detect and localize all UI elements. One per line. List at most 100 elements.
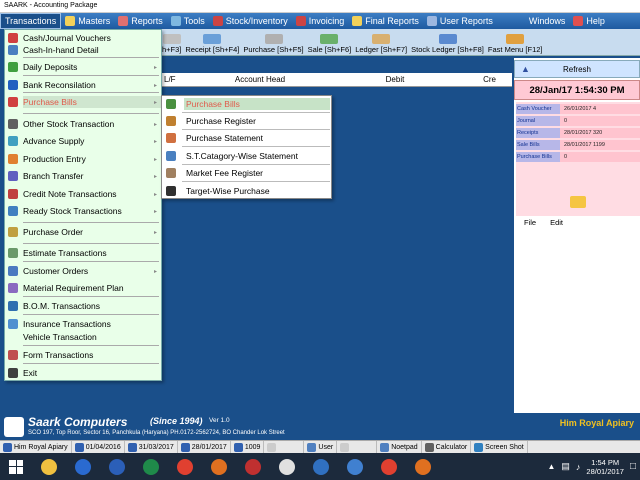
menu-item-b-o-m-transactions[interactable]: B.O.M. Transactions [23,300,161,312]
menu-help[interactable]: Help [569,13,609,29]
media-taskbar-button[interactable] [236,453,270,480]
info-label[interactable]: Sale Bills [516,139,560,150]
menu-item-customer-orders[interactable]: Customer Orders ▸ [23,265,161,277]
status-1009[interactable]: 1009 [231,440,265,454]
status-blank-7[interactable] [337,440,378,454]
status-01-04-2016[interactable]: 01/04/2016 [72,440,125,454]
menu-item-vehicle-transaction[interactable]: Vehicle Transaction [23,331,161,343]
excel-taskbar-button[interactable] [134,453,168,480]
info-label[interactable]: Cash Voucher [516,103,560,114]
menu-label: Stock/Inventory [225,16,288,26]
menu-item-purchase-bills[interactable]: Purchase Bills ▸ [23,96,161,108]
file-explorer-taskbar-button[interactable] [32,453,66,480]
submenu-item-target-wise-purchase[interactable]: Target-Wise Purchase [184,185,330,197]
menu-item-insurance-transactions[interactable]: Insurance Transactions [23,318,161,330]
final-reports-icon [352,16,363,26]
toolbar-sale-sh-f6-button[interactable]: Sale [Sh+F6] [308,34,351,54]
status-blank-5[interactable] [264,440,305,454]
submenu-item-market-fee-register[interactable]: Market Fee Register [184,167,330,179]
submenu-item-s-t-catagory-wise-statement[interactable]: S.T.Catagory-Wise Statement [184,150,330,162]
windows-app-taskbar-button[interactable] [338,453,372,480]
menu-item-cash-in-hand-detail[interactable]: Cash-In-hand Detail [23,44,161,56]
status-28-01-2017[interactable]: 28/01/2017 [178,440,231,454]
clock[interactable]: 1:54 PM 28/01/2017 [586,458,624,476]
menu-item-other-stock-transaction[interactable]: Other Stock Transaction ▸ [23,118,161,130]
toolbar-purchase-sh-f5-button[interactable]: Purchase [Sh+F5] [243,34,304,54]
firefox-taskbar-button[interactable] [202,453,236,480]
saark-taskbar-button[interactable] [270,453,304,480]
start-button[interactable] [0,453,32,480]
status-icon [474,442,484,452]
network-icon[interactable]: ▤ [561,461,570,472]
toolbar-icon [203,34,222,44]
menu-item-credit-note-transactions[interactable]: Credit Note Transactions ▸ [23,188,161,200]
menu-item-form-transactions[interactable]: Form Transactions [23,349,161,361]
menu-item-bank-reconsilation[interactable]: Bank Reconsilation ▸ [23,79,161,91]
menu-final-reports[interactable]: Final Reports [348,13,423,29]
menu-transactions[interactable]: Transactions [0,13,62,29]
menu-windows[interactable]: Windows [525,13,570,29]
status-label: Him Royal Apiary [14,443,68,451]
status-calculator[interactable]: Calculator [422,440,472,454]
app-taskbar-button[interactable] [304,453,338,480]
menu-item-branch-transfer[interactable]: Branch Transfer ▸ [23,170,161,182]
menu-item-production-entry[interactable]: Production Entry ▸ [23,153,161,165]
outlook-taskbar-button[interactable] [66,453,100,480]
toolbar-h-f3-button[interactable]: h+F3] [162,34,181,54]
exit-icon [8,368,18,378]
firefox-2-taskbar-button[interactable] [406,453,440,480]
menu-masters[interactable]: Masters [61,13,114,29]
word-taskbar-button[interactable] [100,453,134,480]
submenu-arrow-icon: ▸ [153,191,157,198]
info-label[interactable]: Purchase Bills [516,151,560,162]
menu-separator [23,113,159,114]
submenu-item-purchase-register[interactable]: Purchase Register [184,115,330,127]
menu-separator [23,345,159,346]
status-screen-shot[interactable]: Screen Shot [471,440,528,454]
menu-item-estimate-transactions[interactable]: Estimate Transactions [23,247,161,259]
menu-tools[interactable]: Tools [167,13,209,29]
b-o-m-transactions-icon [8,301,18,311]
submenu-item-purchase-statement[interactable]: Purchase Statement [184,132,330,144]
s-t-catagory-wise-statement-icon [166,151,176,161]
status-31-03-2017[interactable]: 31/03/2017 [125,440,178,454]
toolbar-receipt-sh-f4-button[interactable]: Receipt [Sh+F4] [185,34,239,54]
tray-chevron-icon[interactable]: ▲ [547,462,555,471]
menu-item-purchase-order[interactable]: Purchase Order ▸ [23,226,161,238]
status-noetpad[interactable]: Noetpad [377,440,422,454]
status-user[interactable]: User [304,440,338,454]
refresh-button[interactable]: ▲ Refresh [514,60,640,78]
menu-reports[interactable]: Reports [114,13,167,29]
menu-user-reports[interactable]: User Reports [423,13,497,29]
status-him-royal-apiary[interactable]: Him Royal Apiary [0,440,72,454]
info-label[interactable]: Receipts [516,127,560,138]
status-label: 28/01/2017 [191,443,227,451]
info-value: 0 [560,151,640,162]
menu-item-exit[interactable]: Exit [23,367,161,379]
info-label[interactable]: Journal [516,115,560,126]
submenu-item-purchase-bills[interactable]: Purchase Bills [184,98,330,110]
media-icon [245,458,261,475]
toolbar-fast-menu-f12-button[interactable]: Fast Menu [F12] [488,34,543,54]
chrome-2-taskbar-button[interactable] [372,453,406,480]
menu-invoicing[interactable]: Invoicing [292,13,349,29]
market-fee-register-icon [166,168,176,178]
menu-stock-inventory[interactable]: Stock/Inventory [209,13,292,29]
menu-item-material-requirement-plan[interactable]: Material Requirement Plan [23,282,161,294]
menu-item-daily-deposits[interactable]: Daily Deposits ▸ [23,61,161,73]
menu-item-cash-journal-vouchers[interactable]: Cash/Journal Vouchers [23,32,161,44]
menu-item-advance-supply[interactable]: Advance Supply ▸ [23,135,161,147]
footer-since: (Since 1994) [150,416,203,426]
toolbar-ledger-sh-f7-button[interactable]: Ledger [Sh+F7] [355,34,407,54]
edit-menu[interactable]: Edit [550,218,563,227]
chrome-taskbar-button[interactable] [168,453,202,480]
menu-item-ready-stock-transactions[interactable]: Ready Stock Transactions ▸ [23,205,161,217]
volume-icon[interactable]: ♪ [576,462,581,472]
bank-reconsilation-icon [8,80,18,90]
folder-icon[interactable] [570,196,586,208]
notifications-icon[interactable]: □ [630,461,636,472]
file-menu[interactable]: File [524,218,536,227]
toolbar-stock-ledger-sh-f8-button[interactable]: Stock Ledger [Sh+F8] [411,34,484,54]
right-panel: ▲ Refresh 28/Jan/17 1:54:30 PM Cash Vouc… [514,58,640,413]
toolbar: h+F3] Receipt [Sh+F4] Purchase [Sh+F5] Sale… [160,29,640,56]
